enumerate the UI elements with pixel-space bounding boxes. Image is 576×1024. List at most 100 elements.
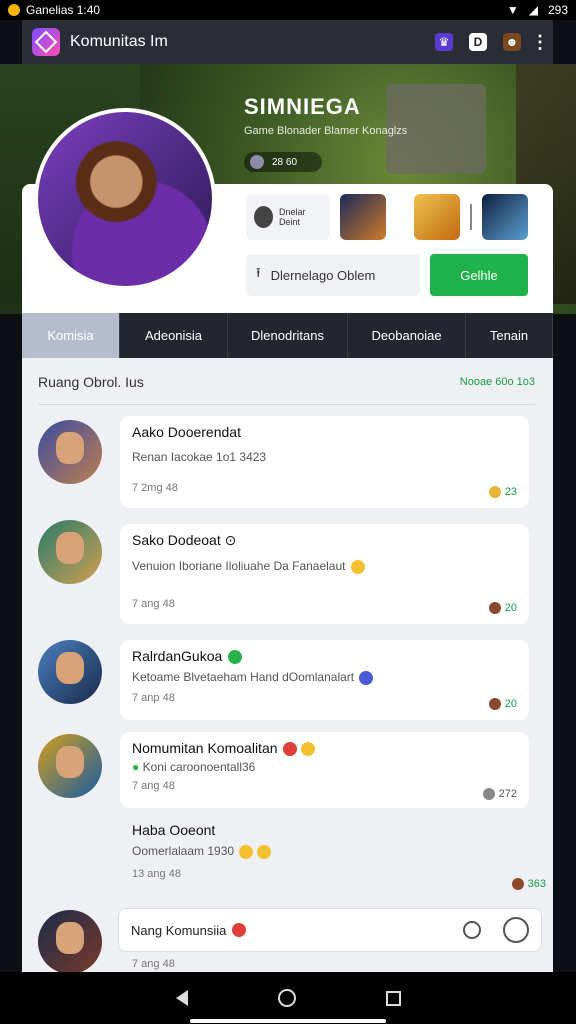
section-more-link[interactable]: Nooae 60o 1o3	[460, 376, 535, 388]
message-author: Aako Dooerendat	[132, 424, 241, 440]
tab-bar: Komisia Adeonisia Dlenodritans Deobanoia…	[22, 313, 553, 358]
tab-adeonisia[interactable]: Adeonisia	[120, 313, 228, 358]
emoji-reaction-icon	[488, 602, 501, 614]
app-title: Komunitas Im	[70, 33, 168, 50]
avatar[interactable]	[38, 640, 102, 704]
upload-icon: ⭱	[256, 265, 261, 280]
recents-icon[interactable]	[385, 990, 401, 1006]
message-text: Ketoame Blvetaeham Hand dOomlanalart	[132, 670, 355, 685]
triangle-icon	[359, 671, 374, 686]
message-input-placeholder: Nang Komunsiia	[131, 922, 227, 938]
profile-icon[interactable]	[463, 921, 481, 939]
wifi-icon: ▼	[506, 3, 519, 17]
online-dot-icon: ●	[132, 760, 140, 775]
tab-komisia[interactable]: Komisia	[22, 313, 120, 358]
share-button-label: Dlernelago Oblem	[270, 267, 376, 283]
emoji-reaction-icon	[488, 486, 501, 498]
check-icon	[228, 650, 243, 665]
message-author: RalrdanGukoa	[132, 648, 223, 664]
share-button[interactable]: ⭱ Dlernelago Oblem	[246, 254, 420, 296]
message-author-row: RalrdanGukoa	[132, 648, 517, 665]
reaction-count[interactable]: 272	[482, 788, 517, 800]
reaction-count-value: 20	[504, 698, 517, 710]
smile-emoji-icon	[239, 844, 254, 859]
heart-emoji-icon	[232, 923, 247, 937]
signal-icon: ◢	[528, 3, 538, 17]
join-button[interactable]: Gelhle	[430, 254, 528, 296]
list-item[interactable]: Nomumitan Komoalitan ● Koni caroonoental…	[120, 732, 529, 808]
reaction-count[interactable]: 363	[511, 878, 546, 890]
home-icon[interactable]	[277, 989, 296, 1007]
tab-tenain[interactable]: Tenain	[466, 313, 553, 358]
status-bar: Ganelias 1:40 ▼ ◢ 293	[0, 0, 576, 20]
reaction-count[interactable]: 20	[488, 602, 517, 614]
reaction-count-value: 23	[504, 486, 517, 498]
app-bar: Komunitas Im ♛ D ☻ ⋮	[22, 20, 553, 64]
message-author-row: Nomumitan Komoalitan	[132, 740, 517, 757]
smile-emoji-icon	[257, 844, 272, 859]
message-text-row: Venuion Iboriane Iloliuahe Da Fanaelaut	[132, 559, 517, 574]
list-item[interactable]: Sako Dodeoat ⊙ Venuion Iboriane Iloliuah…	[120, 524, 529, 624]
section-divider	[38, 404, 535, 405]
verified-icon: ⊙	[224, 532, 237, 548]
message-author-row: Sako Dodeoat ⊙	[132, 532, 517, 549]
divider	[470, 204, 472, 230]
avatar-icon[interactable]: ☻	[503, 33, 521, 51]
battery-text: 293	[547, 3, 568, 17]
message-text: Renan Iacokae 1o1 3423	[132, 450, 267, 464]
coin-emoji-icon	[301, 742, 316, 757]
avatar[interactable]	[38, 734, 102, 798]
reaction-count-value: 363	[527, 878, 546, 890]
message-time: 7 2mg 48	[132, 482, 178, 494]
list-item[interactable]: RalrdanGukoa Ketoame Blvetaeham Hand dOo…	[120, 640, 529, 720]
tab-deobanoiae[interactable]: Deobanoiae	[348, 313, 466, 358]
message-text-row: Ketoame Blvetaeham Hand dOomlanalart	[132, 670, 517, 686]
status-time: Ganelias 1:40	[26, 3, 101, 17]
message-time: 7 ang 48	[132, 958, 175, 970]
home-indicator	[190, 1019, 386, 1023]
notification-badge-icon[interactable]: D	[469, 33, 487, 51]
gold-badge-icon[interactable]	[414, 194, 460, 240]
community-avatar[interactable]	[34, 108, 216, 290]
community-subtitle: Game Blonader Blamer Konaglzs	[244, 125, 408, 137]
notification-icon	[8, 4, 20, 16]
message-time: 7 anp 48	[132, 692, 175, 704]
app-logo-icon	[32, 28, 60, 56]
back-icon[interactable]	[175, 990, 188, 1006]
smile-emoji-icon	[350, 559, 365, 574]
list-item[interactable]: Haba Ooeont Oomerlalaam 1930 13 ang 48 3…	[132, 822, 546, 902]
reaction-count-value: 272	[498, 788, 517, 800]
message-input[interactable]: Nang Komunsiia	[118, 908, 542, 952]
avatar[interactable]	[38, 420, 102, 484]
reaction-count[interactable]: 20	[488, 698, 517, 710]
message-author: Sako Dodeoat	[132, 532, 221, 548]
message-author: Nomumitan Komoalitan	[132, 740, 278, 756]
badge-chip-label: Dnelar Deint	[278, 207, 306, 227]
avatar[interactable]	[38, 520, 102, 584]
shield-badge-icon[interactable]	[340, 194, 386, 240]
hero-badge-icon[interactable]	[482, 194, 528, 240]
section-title: Ruang Obrol. Ius	[38, 374, 144, 390]
message-time: 13 ang 48	[132, 868, 181, 880]
reaction-count[interactable]: 23	[488, 486, 517, 498]
message-text: Venuion Iboriane Iloliuahe Da Fanaelaut	[132, 559, 346, 573]
badge-mini-avatar	[254, 206, 273, 228]
message-text-row: ● Koni caroonoentall36	[132, 760, 517, 774]
more-menu-icon[interactable]: ⋮	[531, 32, 549, 52]
message-text: Koni caroonoentall36	[142, 760, 256, 775]
section-header: Ruang Obrol. Ius Nooae 60o 1o3	[38, 374, 535, 390]
emoji-reaction-icon	[482, 788, 495, 800]
send-icon[interactable]	[503, 917, 529, 943]
list-item[interactable]: Aako Dooerendat Renan Iacokae 1o1 3423 7…	[120, 416, 529, 508]
message-time: 7 ang 48	[132, 780, 175, 792]
tab-dlenodritans[interactable]: Dlenodritans	[228, 313, 348, 358]
member-icon	[250, 155, 264, 169]
crown-icon[interactable]: ♛	[435, 33, 453, 51]
chat-section: Ruang Obrol. Ius Nooae 60o 1o3 Aako Dooe…	[22, 358, 553, 974]
member-count-chip: 28 60	[244, 152, 322, 172]
reaction-count-value: 20	[504, 602, 517, 614]
community-name: SIMNIEGA	[244, 94, 361, 119]
avatar[interactable]	[38, 910, 102, 974]
message-author: Haba Ooeont	[132, 822, 216, 838]
badge-chip[interactable]: Dnelar Deint	[246, 194, 330, 240]
